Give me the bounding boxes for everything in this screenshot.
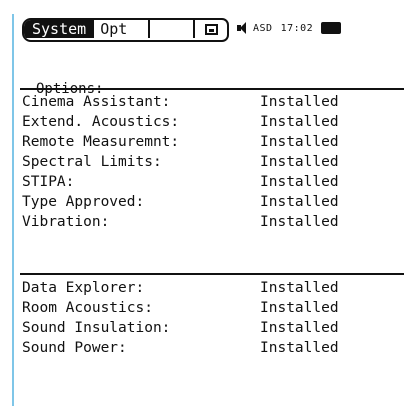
tab-opt[interactable]: Opt (94, 20, 151, 38)
divider-middle (20, 273, 404, 275)
memory-card-tab[interactable] (195, 20, 227, 38)
clock: 17:02 (280, 22, 314, 34)
option-status: Installed (260, 174, 339, 190)
option-label: Sound Power: (22, 340, 127, 356)
status-bar: System Opt ASD 17:02 (22, 18, 402, 42)
option-label: Extend. Acoustics: (22, 114, 180, 130)
status-code: ASD (253, 22, 273, 34)
option-label: Vibration: (22, 214, 110, 230)
option-label: Data Explorer: (22, 280, 145, 296)
option-status: Installed (260, 94, 339, 110)
list-item: Extend. Acoustics: Installed (22, 112, 392, 132)
option-label: Room Acoustics: (22, 300, 153, 316)
battery-icon (321, 22, 342, 34)
option-label: STIPA: (22, 174, 75, 190)
option-status: Installed (260, 114, 339, 130)
options-list-group-1: Cinema Assistant: Installed Extend. Acou… (22, 92, 392, 232)
option-label: Spectral Limits: (22, 154, 162, 170)
option-status: Installed (260, 194, 339, 210)
list-item: Spectral Limits: Installed (22, 152, 392, 172)
option-label: Type Approved: (22, 194, 145, 210)
option-status: Installed (260, 214, 339, 230)
option-status: Installed (260, 280, 339, 296)
option-status: Installed (260, 300, 339, 316)
list-item: Remote Measuremnt: Installed (22, 132, 392, 152)
tab-system[interactable]: System (24, 20, 95, 38)
option-label: Remote Measuremnt: (22, 134, 180, 150)
list-item: Cinema Assistant: Installed (22, 92, 392, 112)
tab-empty[interactable] (150, 20, 196, 38)
list-item: Sound Insulation: Installed (22, 318, 392, 338)
list-item: Sound Power: Installed (22, 338, 392, 358)
list-item: Room Acoustics: Installed (22, 298, 392, 318)
option-status: Installed (260, 134, 339, 150)
option-label: Sound Insulation: (22, 320, 171, 336)
option-status: Installed (260, 154, 339, 170)
option-status: Installed (260, 340, 339, 356)
speaker-icon (236, 22, 248, 34)
list-item: Vibration: Installed (22, 212, 392, 232)
options-list-group-2: Data Explorer: Installed Room Acoustics:… (22, 278, 392, 358)
divider-top (20, 88, 404, 90)
memory-card-icon (204, 23, 218, 35)
option-label: Cinema Assistant: (22, 94, 171, 110)
option-status: Installed (260, 320, 339, 336)
list-item: Type Approved: Installed (22, 192, 392, 212)
list-item: STIPA: Installed (22, 172, 392, 192)
tab-bar: System Opt (22, 18, 230, 42)
list-item: Data Explorer: Installed (22, 278, 392, 298)
status-indicators: ASD 17:02 (236, 18, 342, 38)
